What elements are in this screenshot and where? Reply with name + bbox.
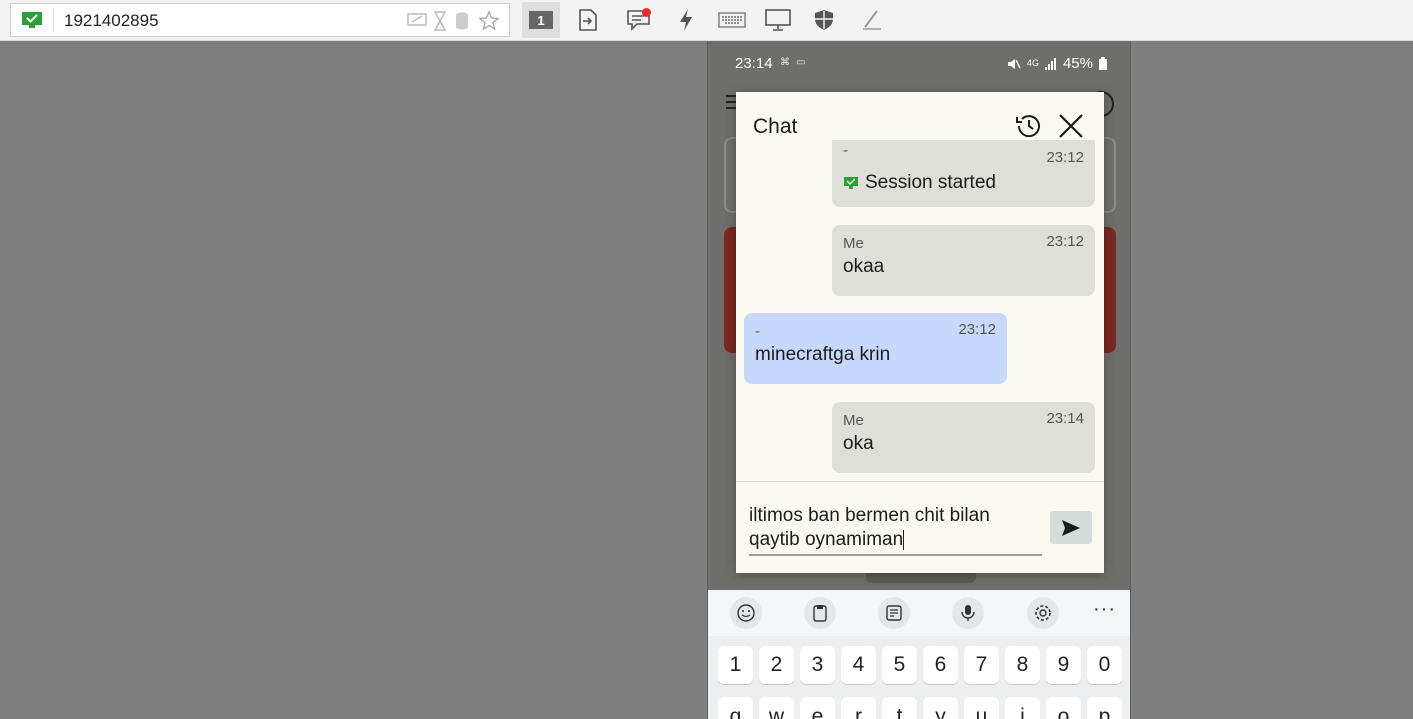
status-bar: 23:14 ⌘ ▭ 4G 45% (708, 41, 1130, 87)
remote-desktop-icon[interactable] (406, 10, 428, 32)
key[interactable]: 4 (841, 646, 876, 684)
status-time: 23:14 (735, 55, 773, 72)
battery-percent: 45% (1062, 55, 1093, 72)
message-text: okaa (843, 256, 885, 277)
key[interactable]: 3 (800, 646, 835, 684)
message-sender: Me (843, 412, 864, 429)
text-caret (903, 529, 905, 550)
chat-input-value: iltimos ban bermen chit bilan qaytib oyn… (749, 505, 990, 550)
key[interactable]: 2 (759, 646, 794, 684)
battery-icon (1099, 57, 1107, 70)
display-icon[interactable] (759, 2, 797, 38)
chat-title: Chat (753, 115, 798, 138)
key[interactable]: w (759, 697, 794, 719)
message-sender: - (755, 323, 760, 340)
privacy-shield-icon[interactable] (805, 2, 843, 38)
key[interactable]: t (882, 697, 917, 719)
keyboard-notification-icon: ▭ (796, 57, 806, 68)
key[interactable]: 6 (923, 646, 958, 684)
send-button[interactable] (1050, 511, 1092, 544)
hourglass-icon[interactable] (429, 10, 451, 32)
keyboard-toolbar: ··· (708, 590, 1130, 636)
history-icon[interactable] (1014, 111, 1044, 141)
more-options-icon[interactable]: ··· (1093, 598, 1116, 621)
chat-icon[interactable] (621, 2, 659, 38)
session-monitor-icon (844, 177, 858, 189)
notification-dot (642, 8, 651, 17)
mute-icon (1007, 58, 1021, 69)
chat-dialog: - 23:12 Session started Me 23:12 okaa - … (736, 92, 1104, 573)
key[interactable]: 5 (882, 646, 917, 684)
connection-id: 1921402895 (64, 11, 159, 30)
key[interactable]: p (1087, 697, 1122, 719)
connection-id-box[interactable]: 1921402895 (10, 3, 510, 37)
key[interactable]: o (1046, 697, 1081, 719)
key[interactable]: u (964, 697, 999, 719)
message-text: oka (843, 433, 874, 454)
microphone-icon[interactable] (952, 597, 984, 629)
actions-lightning-icon[interactable] (667, 2, 705, 38)
clipboard-icon[interactable] (804, 597, 836, 629)
chat-message: Me 23:14 oka (832, 402, 1095, 473)
whiteboard-pen-icon[interactable] (853, 2, 891, 38)
on-screen-keyboard: 1 2 3 4 5 6 7 8 9 0 q w e r t y u i o p (708, 636, 1130, 719)
message-time: 23:12 (958, 321, 996, 338)
chat-message-input[interactable]: iltimos ban bermen chit bilan qaytib oyn… (749, 504, 1042, 556)
message-time: 23:12 (1046, 149, 1084, 166)
message-text: Session started (865, 172, 996, 193)
key[interactable]: y (923, 697, 958, 719)
remote-toolbar: 1921402895 1 (0, 0, 1413, 41)
message-sender: Me (843, 235, 864, 252)
database-icon[interactable] (451, 10, 473, 32)
chat-message-list[interactable]: - 23:12 Session started Me 23:12 okaa - … (736, 92, 1104, 482)
favorite-star-icon[interactable] (478, 10, 500, 32)
key[interactable]: 1 (718, 646, 753, 684)
emoji-icon[interactable] (730, 597, 762, 629)
settings-icon[interactable] (1027, 597, 1059, 629)
text-edit-icon[interactable] (878, 597, 910, 629)
key[interactable]: 7 (964, 646, 999, 684)
chat-header: Chat (736, 92, 1104, 140)
chat-message: Me 23:12 okaa (832, 225, 1095, 296)
send-icon (1062, 519, 1080, 536)
monitor-switch-icon[interactable]: 1 (522, 2, 560, 38)
divider (736, 481, 1104, 482)
message-sender: - (843, 142, 848, 159)
key[interactable]: i (1005, 697, 1040, 719)
file-transfer-icon[interactable] (569, 2, 607, 38)
keyboard-icon[interactable] (713, 2, 751, 38)
message-time: 23:12 (1046, 233, 1084, 250)
key[interactable]: r (841, 697, 876, 719)
connection-status-icon (22, 12, 42, 28)
remote-phone-screen[interactable]: 23:14 ⌘ ▭ 4G 45% - 23:12 Session started (707, 41, 1131, 719)
message-text: minecraftga krin (755, 344, 891, 365)
key[interactable]: e (800, 697, 835, 719)
network-type: 4G (1026, 58, 1039, 68)
key[interactable]: 0 (1087, 646, 1122, 684)
key[interactable]: q (718, 697, 753, 719)
separator (53, 8, 54, 32)
close-icon[interactable] (1056, 111, 1086, 141)
chat-message: - 23:12 Session started (832, 132, 1095, 207)
signal-icon (1044, 57, 1056, 70)
monitor-number: 1 (529, 11, 553, 29)
key[interactable]: 9 (1046, 646, 1081, 684)
notification-icon: ⌘ (780, 57, 790, 68)
message-time: 23:14 (1046, 410, 1084, 427)
chat-message: - 23:12 minecraftga krin (744, 313, 1007, 384)
key[interactable]: 8 (1005, 646, 1040, 684)
